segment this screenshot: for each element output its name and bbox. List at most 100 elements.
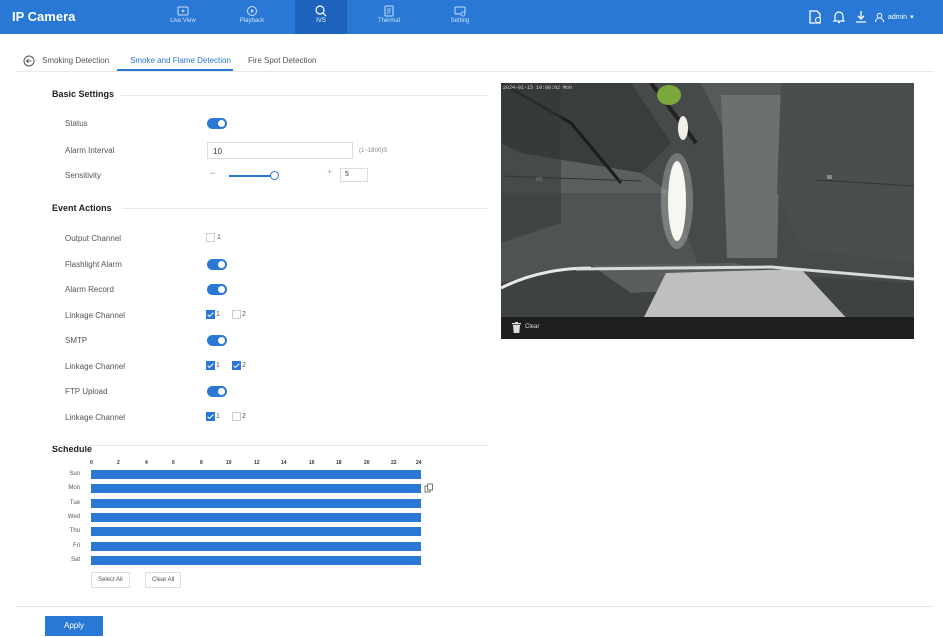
divider (121, 95, 487, 96)
day-label-fri: Fri (73, 543, 80, 549)
top-navigation-bar: IP Camera Live View Playback IVS Thermal… (0, 0, 943, 34)
hour-label: 18 (336, 460, 342, 466)
nav-ivs[interactable]: IVS (295, 0, 347, 34)
checkbox-label: 2 (242, 311, 246, 318)
sensitivity-slider-track[interactable] (229, 175, 274, 177)
back-arrow-icon[interactable] (23, 55, 35, 67)
checkbox-label: 1 (216, 413, 220, 420)
day-label-sat: Sat (70, 557, 80, 563)
day-label-wed: Wed (67, 514, 80, 520)
output-channel-checkbox-1[interactable] (206, 233, 215, 242)
clear-all-button[interactable]: Clear All (145, 572, 182, 588)
tab-smoke-and-flame-detection[interactable]: Smoke and Flame Detection (130, 56, 231, 65)
nav-playback[interactable]: Playback (226, 0, 278, 34)
nav-setting[interactable]: Setting (434, 0, 486, 34)
nav-live-view[interactable]: Live View (157, 0, 209, 34)
record-linkage-channel-label: Linkage Channel (65, 311, 126, 320)
select-all-button[interactable]: Select All (91, 572, 130, 588)
video-osd-timestamp: 2024-01-15 10:08:02 Mon (503, 85, 573, 91)
ftp-upload-toggle[interactable] (207, 386, 227, 397)
nav-label: Setting (450, 18, 470, 24)
video-preview[interactable]: 2024-01-15 10:08:02 Mon (501, 83, 914, 339)
divider (16, 71, 934, 72)
hour-label: 6 (172, 460, 175, 466)
schedule-bar-fri[interactable] (91, 542, 421, 551)
schedule-bar-sun[interactable] (91, 470, 421, 479)
sensitivity-label: Sensitivity (65, 171, 102, 180)
trash-icon[interactable] (512, 322, 521, 333)
schedule-bar-mon[interactable] (91, 484, 421, 493)
user-menu[interactable]: admin ▾ (874, 9, 914, 25)
hour-label: 4 (145, 460, 148, 466)
bell-icon[interactable] (831, 9, 847, 25)
sensitivity-value-input[interactable]: 5 (340, 168, 368, 182)
ivs-icon (315, 5, 327, 17)
smtp-label: SMTP (65, 336, 88, 345)
tab-fire-spot-detection[interactable]: Fire Spot Detection (248, 56, 316, 65)
hour-label: 14 (281, 460, 287, 466)
sensitivity-increase-button[interactable]: + (327, 167, 332, 177)
record-linkage-checkbox-2[interactable] (232, 310, 241, 319)
alarm-record-toggle[interactable] (207, 284, 227, 295)
video-toolbar (501, 317, 914, 339)
chevron-down-icon: ▾ (910, 14, 914, 21)
user-icon (874, 12, 885, 22)
schedule-bar-thu[interactable] (91, 527, 421, 536)
ftp-linkage-checkbox-2[interactable] (232, 412, 241, 421)
smtp-linkage-channel-label: Linkage Channel (65, 362, 126, 371)
schedule-bar-tue[interactable] (91, 499, 421, 508)
hour-label: 16 (309, 460, 315, 466)
flashlight-alarm-label: Flashlight Alarm (65, 260, 122, 269)
alarm-record-label: Alarm Record (65, 285, 114, 294)
sensitivity-decrease-button[interactable]: − (210, 168, 215, 178)
ftp-linkage-checkbox-1[interactable] (206, 412, 215, 421)
divider (16, 606, 934, 607)
checkbox-label: 2 (242, 362, 246, 369)
clear-button[interactable]: Clear (525, 324, 539, 330)
checkbox-label: 2 (242, 413, 246, 420)
hour-label: 2 (117, 460, 120, 466)
checkbox-label: 1 (217, 234, 221, 241)
copy-icon[interactable] (424, 483, 434, 493)
schedule-bar-wed[interactable] (91, 513, 421, 522)
smtp-linkage-checkbox-1[interactable] (206, 361, 215, 370)
app-title: IP Camera (12, 9, 76, 24)
tab-smoking-detection[interactable]: Smoking Detection (42, 56, 109, 65)
day-label-thu: Thu (69, 528, 80, 534)
thermal-icon (384, 5, 394, 17)
divider (52, 445, 488, 446)
hour-label: 24 (416, 460, 422, 466)
day-label-mon: Mon (68, 485, 80, 491)
alarm-interval-label: Alarm Interval (65, 146, 115, 155)
nav-label: Live View (170, 18, 196, 24)
ftp-linkage-channel-label: Linkage Channel (65, 413, 126, 422)
basic-settings-title: Basic Settings (52, 89, 115, 99)
smtp-linkage-checkbox-2[interactable] (232, 361, 241, 370)
nav-label: Thermal (377, 18, 400, 24)
alarm-interval-input[interactable]: 10 (207, 142, 353, 159)
ftp-upload-label: FTP Upload (65, 387, 108, 396)
user-name: admin (888, 13, 908, 21)
hour-label: 8 (200, 460, 203, 466)
status-label: Status (65, 119, 88, 128)
day-label-tue: Tue (69, 500, 80, 506)
record-linkage-checkbox-1[interactable] (206, 310, 215, 319)
status-toggle[interactable] (207, 118, 227, 129)
flashlight-alarm-toggle[interactable] (207, 259, 227, 270)
divider (122, 208, 487, 209)
hour-label: 0 (90, 460, 93, 466)
smtp-toggle[interactable] (207, 335, 227, 346)
hour-label: 20 (364, 460, 370, 466)
camera-image (501, 83, 914, 339)
apply-button[interactable]: Apply (45, 616, 103, 636)
day-label-sun: Sun (69, 471, 80, 477)
live-view-icon (177, 6, 189, 16)
device-file-icon[interactable] (807, 9, 823, 25)
hour-label: 10 (226, 460, 232, 466)
download-icon[interactable] (853, 9, 869, 25)
sensitivity-slider-handle[interactable] (270, 171, 279, 180)
nav-thermal[interactable]: Thermal (363, 0, 415, 34)
schedule-bar-sat[interactable] (91, 556, 421, 565)
hour-label: 12 (254, 460, 260, 466)
alarm-interval-range-hint: (1~1800)S (359, 148, 388, 154)
